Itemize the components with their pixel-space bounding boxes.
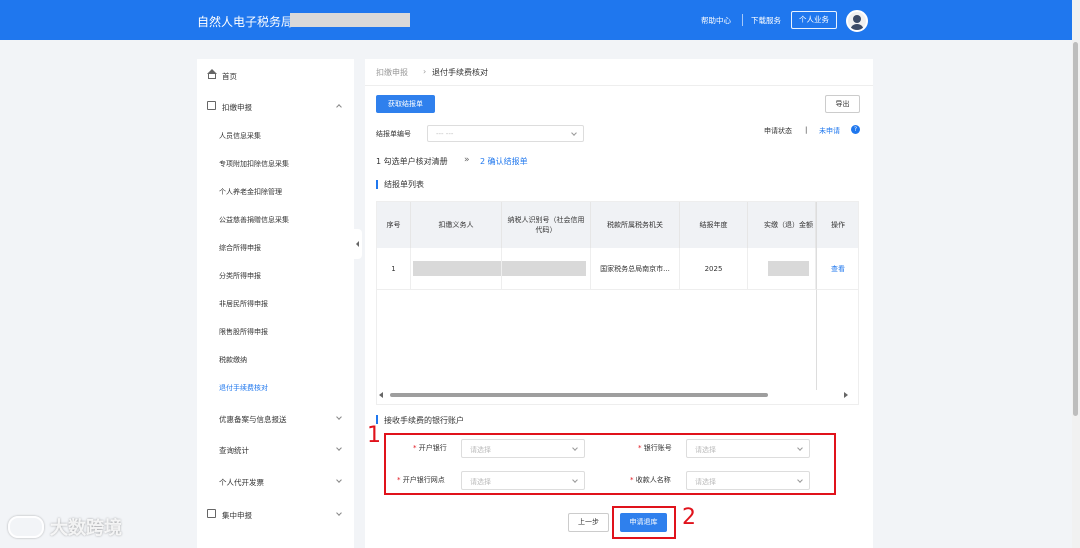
table-header: 实缴（退）金额: [748, 202, 816, 248]
annotation-number-1: 1: [367, 423, 381, 448]
sidebar-sub-item[interactable]: 税款缴纳: [197, 345, 354, 373]
table-header: 扣缴义务人: [411, 202, 502, 248]
scroll-right-icon[interactable]: [844, 392, 848, 398]
sidebar-item-centralized[interactable]: 集中申报: [197, 500, 354, 528]
brand-title: 自然人电子税务局: [197, 15, 294, 29]
table-cell-withholder: [411, 248, 502, 290]
chevron-down-icon: [336, 414, 342, 420]
sidebar-sub-item-active[interactable]: 退付手续费核对: [197, 373, 354, 401]
settlement-number-select[interactable]: --- ---: [427, 125, 584, 142]
sidebar-item-withhold[interactable]: 扣缴申报: [197, 92, 354, 120]
previous-step-button[interactable]: 上一步: [568, 513, 609, 532]
chevron-down-icon: [336, 477, 342, 483]
chevron-up-icon: [336, 104, 342, 110]
status-separator: |: [805, 126, 808, 134]
scroll-thumb[interactable]: [390, 393, 768, 397]
status-label: 申请状态: [764, 127, 792, 135]
document-icon: [207, 101, 216, 110]
sidebar-collapse-toggle[interactable]: [354, 229, 362, 259]
sidebar-sub-item[interactable]: 综合所得申报: [197, 233, 354, 261]
page-scroll-thumb[interactable]: [1073, 42, 1078, 416]
settlement-number-label: 结报单编号: [376, 130, 411, 138]
annotation-box-2: [612, 506, 676, 539]
annotation-number-2: 2: [682, 505, 696, 530]
export-button[interactable]: 导出: [825, 95, 860, 113]
settlement-table: 序号 扣缴义务人 纳税人识别号（社会信用代码） 税款所属税务机关 结报年度 实缴…: [376, 201, 859, 405]
sidebar-sub-item[interactable]: 分类所得申报: [197, 261, 354, 289]
redacted-name: [290, 13, 410, 27]
section-title-settlement-list: 结报单列表: [384, 180, 424, 189]
fixed-column-divider: [816, 290, 817, 390]
chevron-down-icon: [571, 130, 577, 136]
status-value: 未申请: [819, 127, 840, 135]
breadcrumb-current: 退付手续费核对: [432, 68, 488, 77]
redacted-text: [413, 261, 501, 276]
sidebar: 首页 扣缴申报 人员信息采集 专项附加扣除信息采集 个人养老金扣除管理 公益慈善…: [197, 59, 354, 548]
help-center-link[interactable]: 帮助中心: [701, 15, 731, 26]
sidebar-sub-item[interactable]: 人员信息采集: [197, 121, 354, 149]
chevron-down-icon: [336, 445, 342, 451]
table-cell-year: 2025: [680, 248, 748, 290]
table-cell-index: 1: [377, 248, 411, 290]
sidebar-item-query[interactable]: 查询统计: [197, 435, 354, 463]
table-header: 操作: [816, 202, 858, 248]
sidebar-sub-item[interactable]: 专项附加扣除信息采集: [197, 149, 354, 177]
watermark-logo-icon: [8, 516, 44, 538]
table-header: 税款所属税务机关: [591, 202, 680, 248]
view-link[interactable]: 查看: [816, 248, 858, 290]
sidebar-item-preferential[interactable]: 优惠备案与信息报送: [197, 404, 354, 432]
divider: [365, 85, 873, 86]
calendar-icon: [207, 509, 216, 518]
sidebar-item-invoice[interactable]: 个人代开发票: [197, 467, 354, 495]
table-cell-taxpayer-id: [502, 248, 591, 290]
personal-business-button[interactable]: 个人业务: [791, 11, 837, 29]
section-marker: [376, 180, 378, 189]
redacted-text: [768, 261, 809, 276]
watermark-text: 大数跨境: [50, 518, 122, 539]
redacted-text: [502, 261, 586, 276]
scroll-left-icon[interactable]: [379, 392, 383, 398]
sidebar-sub-item[interactable]: 非居民所得申报: [197, 289, 354, 317]
table-header: 纳税人识别号（社会信用代码）: [502, 202, 591, 248]
sidebar-sub-item[interactable]: 个人养老金扣除管理: [197, 177, 354, 205]
top-bar: 自然人电子税务局 帮助中心 下载服务 个人业务: [0, 0, 1072, 40]
sidebar-sub-item[interactable]: 限售股所得申报: [197, 317, 354, 345]
sidebar-sub-item[interactable]: 公益慈善捐赠信息采集: [197, 205, 354, 233]
annotation-box-1: [384, 433, 836, 495]
table-cell-amount: [748, 248, 816, 290]
chevron-down-icon: [336, 510, 342, 516]
avatar[interactable]: [846, 10, 868, 32]
fetch-settlement-button[interactable]: 获取结报单: [376, 95, 435, 113]
chevron-left-icon: [356, 241, 359, 247]
step-arrow: »: [464, 155, 470, 165]
table-header: 序号: [377, 202, 411, 248]
section-title-bank-account: 接收手续费的银行账户: [384, 416, 464, 425]
download-service-link[interactable]: 下载服务: [751, 15, 781, 26]
table-horizontal-scrollbar[interactable]: [377, 391, 858, 399]
divider: [742, 14, 743, 26]
breadcrumb-parent[interactable]: 扣缴申报: [376, 67, 408, 78]
table-header: 结报年度: [680, 202, 748, 248]
step-1: 1 勾选单户核对清册: [376, 157, 448, 166]
step-2[interactable]: 2 确认结报单: [480, 156, 528, 167]
help-icon[interactable]: ?: [851, 125, 860, 134]
breadcrumb-separator: ›: [423, 67, 427, 76]
table-cell-authority: 国家税务总局南京市...: [591, 248, 680, 290]
sidebar-item-home[interactable]: 首页: [197, 61, 354, 89]
